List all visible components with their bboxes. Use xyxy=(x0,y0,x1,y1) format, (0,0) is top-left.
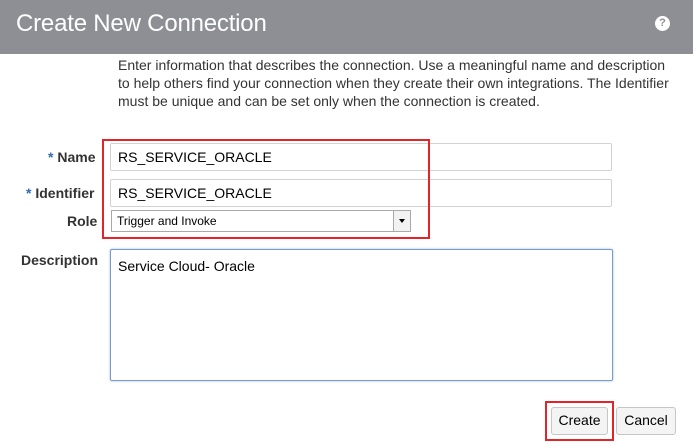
role-label: Role xyxy=(67,213,98,229)
help-icon[interactable]: ? xyxy=(655,16,670,31)
create-button[interactable]: Create xyxy=(551,407,608,435)
dialog-title: Create New Connection xyxy=(16,10,267,37)
dialog-header: Create New Connection ? xyxy=(0,0,693,54)
name-label: * Name xyxy=(48,149,95,165)
required-marker: * xyxy=(26,185,32,201)
fields-highlight-box xyxy=(102,139,430,239)
cancel-button[interactable]: Cancel xyxy=(616,407,676,435)
identifier-label: * Identifier xyxy=(26,185,94,201)
instructions-text: Enter information that describes the con… xyxy=(118,57,669,109)
description-label: Description xyxy=(21,252,99,268)
required-marker: * xyxy=(48,149,54,165)
identifier-label-text: Identifier xyxy=(35,185,95,201)
description-field[interactable]: Service Cloud- Oracle xyxy=(110,249,613,381)
name-label-text: Name xyxy=(57,149,96,165)
